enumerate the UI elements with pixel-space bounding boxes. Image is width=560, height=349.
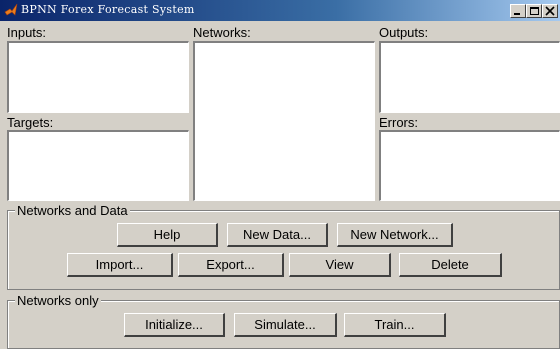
- inputs-label: Inputs:: [7, 25, 47, 40]
- targets-listbox[interactable]: [7, 130, 189, 201]
- outputs-label: Outputs:: [379, 25, 429, 40]
- export-button[interactable]: Export...: [178, 253, 284, 277]
- initialize-button[interactable]: Initialize...: [124, 313, 225, 337]
- networks-only-label: Networks only: [15, 293, 101, 308]
- matlab-logo-icon: [4, 3, 18, 16]
- simulate-button[interactable]: Simulate...: [234, 313, 337, 337]
- maximize-icon: [530, 7, 539, 15]
- window-title: BPNN Forex Forecast System: [21, 3, 195, 16]
- networks-and-data-group: [7, 210, 560, 290]
- outputs-listbox[interactable]: [379, 41, 560, 113]
- import-button[interactable]: Import...: [67, 253, 173, 277]
- train-button[interactable]: Train...: [344, 313, 446, 337]
- title-bar[interactable]: BPNN Forex Forecast System: [0, 0, 560, 21]
- networks-listbox[interactable]: [193, 41, 375, 201]
- delete-button[interactable]: Delete: [399, 253, 502, 277]
- minimize-button[interactable]: [510, 4, 526, 18]
- help-button[interactable]: Help: [117, 223, 218, 247]
- minimize-icon: [514, 13, 520, 15]
- close-button[interactable]: [542, 4, 558, 18]
- close-icon: [545, 6, 555, 16]
- new-network-button[interactable]: New Network...: [337, 223, 453, 247]
- errors-listbox[interactable]: [379, 130, 560, 201]
- errors-label: Errors:: [379, 115, 418, 130]
- networks-and-data-label: Networks and Data: [15, 203, 130, 218]
- targets-label: Targets:: [7, 115, 54, 130]
- maximize-button[interactable]: [526, 4, 542, 18]
- new-data-button[interactable]: New Data...: [227, 223, 328, 247]
- networks-label: Networks:: [193, 25, 251, 40]
- inputs-listbox[interactable]: [7, 41, 189, 113]
- view-button[interactable]: View: [289, 253, 391, 277]
